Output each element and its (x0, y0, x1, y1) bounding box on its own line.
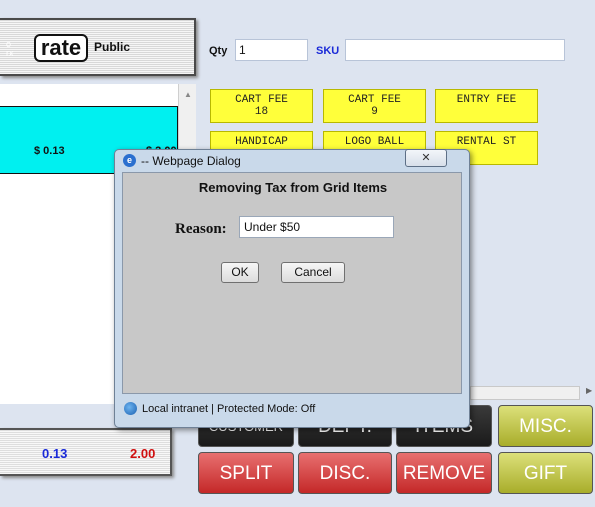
item-sublabel: 9 (371, 106, 378, 118)
close-icon[interactable]: ✕ (405, 149, 447, 167)
price-level-panel: o rx rate Public (0, 18, 196, 76)
sku-label: SKU (316, 45, 340, 57)
remove-button[interactable]: REMOVE (396, 452, 492, 494)
scroll-up-icon[interactable]: ▲ (184, 90, 192, 99)
qty-input[interactable]: 1 (235, 39, 308, 61)
item-sublabel: 18 (254, 106, 269, 118)
dialog-title: -- Webpage Dialog (141, 154, 241, 168)
item-button-entry-fee[interactable]: ENTRY FEE (435, 89, 538, 123)
item-label: CART FEE (348, 94, 401, 106)
item-label: HANDICAP (235, 136, 288, 148)
misc-button[interactable]: MISC. (498, 405, 593, 447)
ok-button[interactable]: OK (221, 262, 259, 283)
item-label: LOGO BALL (344, 136, 405, 148)
split-button[interactable]: SPLIT (198, 452, 294, 494)
ie-icon: e (123, 154, 136, 167)
dialog-titlebar[interactable]: e -- Webpage Dialog ✕ (115, 149, 469, 172)
item-button-cart-fee-9[interactable]: CART FEE 9 (323, 89, 426, 123)
total-tax: 0.13 (42, 446, 68, 461)
webpage-dialog: e -- Webpage Dialog ✕ Removing Tax from … (114, 149, 470, 428)
reason-input[interactable]: Under $50 (239, 216, 394, 238)
disc-button[interactable]: DISC. (298, 452, 392, 494)
reason-label: Reason: (175, 221, 227, 237)
total-amount: 2.00 (130, 446, 156, 461)
intranet-globe-icon (124, 402, 137, 415)
items-scrollbar[interactable] (470, 386, 580, 400)
rate-badge[interactable]: rate (34, 34, 88, 62)
row-tax: $ 0.13 (34, 145, 65, 157)
status-text: Local intranet | Protected Mode: Off (142, 403, 316, 415)
item-label: CART FEE (235, 94, 288, 106)
scroll-right-icon[interactable]: ▶ (586, 386, 592, 395)
dialog-statusbar: Local intranet | Protected Mode: Off (122, 398, 462, 420)
item-button-cart-fee-18[interactable]: CART FEE 18 (210, 89, 313, 123)
qty-label: Qty (209, 45, 228, 57)
item-label: RENTAL ST (456, 136, 517, 148)
dialog-heading: Removing Tax from Grid Items (198, 180, 388, 195)
gift-button[interactable]: GIFT (498, 452, 593, 494)
price-level-label: Public (94, 40, 131, 54)
totals-panel: 0.13 2.00 (0, 428, 172, 476)
dialog-body: Removing Tax from Grid Items Reason: Und… (122, 172, 462, 394)
cancel-button[interactable]: Cancel (281, 262, 345, 283)
sku-input[interactable] (345, 39, 565, 61)
side-label: o rx (6, 39, 14, 58)
item-label: ENTRY FEE (456, 94, 517, 106)
